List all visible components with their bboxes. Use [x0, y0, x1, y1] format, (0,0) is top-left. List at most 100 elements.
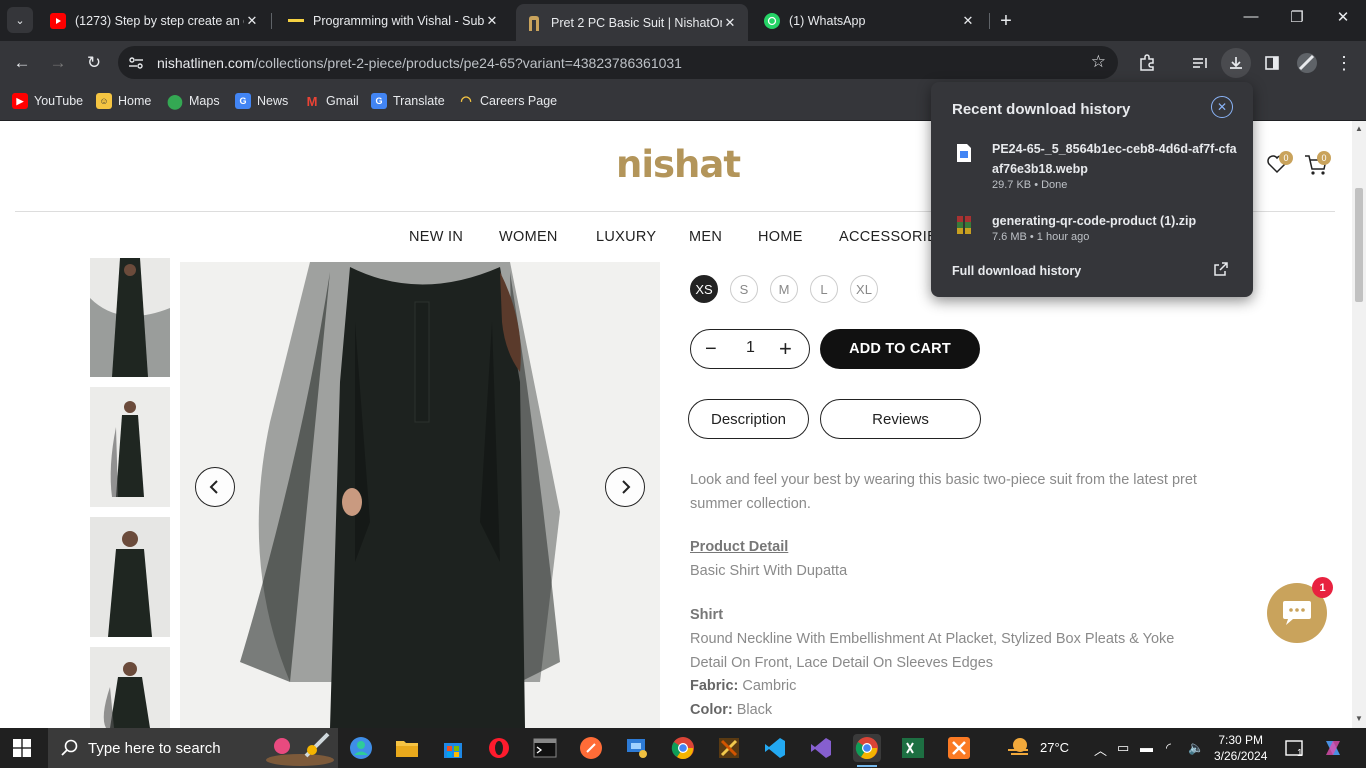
tab-programming-with-vishal[interactable]: Programming with Vishal - Sub ✕	[278, 6, 510, 35]
device-icon[interactable]: ▭	[1117, 740, 1129, 756]
product-thumbnail[interactable]	[90, 258, 170, 377]
reload-button[interactable]: ↻	[80, 49, 108, 77]
bookmark-youtube[interactable]: ▶ YouTube	[12, 93, 83, 109]
nav-home[interactable]: HOME	[758, 229, 803, 245]
size-option-s[interactable]: S	[730, 275, 758, 303]
minimize-button[interactable]: —	[1237, 8, 1265, 25]
close-tab-icon[interactable]: ✕	[722, 15, 738, 31]
taskbar-visual-studio-icon[interactable]	[807, 734, 835, 762]
side-panel-icon[interactable]	[1259, 50, 1285, 76]
product-thumbnail[interactable]	[90, 647, 170, 728]
taskbar-vscode-icon[interactable]	[761, 734, 789, 762]
color-row: Color: Black	[690, 698, 772, 722]
close-tab-icon[interactable]: ✕	[244, 13, 260, 29]
scroll-down-arrow-icon[interactable]: ▼	[1355, 714, 1363, 723]
volume-icon[interactable]: 🔈	[1188, 740, 1204, 756]
taskbar-excel-icon[interactable]	[899, 734, 927, 762]
scrollbar-thumb[interactable]	[1355, 188, 1363, 302]
tab-description[interactable]: Description	[688, 399, 809, 439]
size-option-l[interactable]: L	[810, 275, 838, 303]
tab-title: Pret 2 PC Basic Suit | NishatOnli	[551, 15, 722, 30]
bookmark-home[interactable]: ☺ Home	[96, 93, 151, 109]
chrome-menu-icon[interactable]: ⋮	[1331, 50, 1357, 76]
address-bar[interactable]: nishatlinen.com/collections/pret-2-piece…	[118, 46, 1118, 79]
downloads-icon[interactable]	[1221, 48, 1251, 78]
show-hidden-icons-chevron[interactable]: ︿	[1094, 740, 1107, 759]
full-download-history-link[interactable]: Full download history	[952, 264, 1081, 278]
download-filename[interactable]: generating-qr-code-product (1).zip	[992, 211, 1237, 231]
product-thumbnail[interactable]	[90, 517, 170, 637]
size-option-xs[interactable]: XS	[690, 275, 718, 303]
nav-luxury[interactable]: LUXURY	[596, 229, 656, 245]
taskbar-tool-icon[interactable]	[715, 734, 743, 762]
increase-quantity-button[interactable]: +	[779, 336, 792, 362]
nav-men[interactable]: MEN	[689, 229, 722, 245]
taskbar-store-icon[interactable]	[439, 734, 467, 762]
weather-icon[interactable]	[1006, 736, 1032, 761]
notification-count: 1	[1297, 748, 1303, 759]
taskbar-postman-icon[interactable]	[577, 734, 605, 762]
tab-youtube[interactable]: (1273) Step by step create an e ✕	[40, 6, 270, 35]
forward-button[interactable]: →	[44, 49, 72, 77]
decrease-quantity-button[interactable]: −	[705, 338, 717, 361]
close-tab-icon[interactable]: ✕	[960, 13, 976, 29]
wifi-icon[interactable]: ◜	[1166, 740, 1171, 756]
new-tab-button[interactable]: +	[993, 8, 1019, 34]
taskbar-terminal-icon[interactable]	[531, 734, 559, 762]
windows-start-icon[interactable]	[13, 739, 31, 757]
taskbar-xampp-icon[interactable]	[945, 734, 973, 762]
download-filename[interactable]: PE24-65-_5_8564b1ec-ceb8-4d6d-af7f-cfaaf…	[992, 139, 1237, 179]
download-item[interactable]: generating-qr-code-product (1).zip 7.6 M…	[952, 211, 1242, 247]
tab-search-button[interactable]: ⌄	[7, 7, 33, 33]
taskbar-control-panel-icon[interactable]	[623, 734, 651, 762]
next-image-button[interactable]	[605, 467, 645, 507]
download-item[interactable]: PE24-65-_5_8564b1ec-ceb8-4d6d-af7f-cfaaf…	[952, 139, 1242, 191]
temperature-text[interactable]: 27°C	[1040, 740, 1069, 755]
taskbar-opera-icon[interactable]	[485, 734, 513, 762]
back-button[interactable]: ←	[8, 49, 36, 77]
size-option-xl[interactable]: XL	[850, 275, 878, 303]
prev-image-button[interactable]	[195, 467, 235, 507]
size-option-m[interactable]: M	[770, 275, 798, 303]
maps-pin-icon: ⬤	[167, 92, 183, 109]
taskbar-search-box[interactable]: Type here to search	[48, 728, 338, 768]
download-meta: 7.6 MB • 1 hour ago	[992, 231, 1090, 243]
taskbar-clock[interactable]: 7:30 PM 3/26/2024	[1214, 732, 1267, 764]
battery-icon[interactable]: ▬	[1140, 740, 1153, 755]
bookmark-news[interactable]: G News	[235, 93, 288, 109]
restore-button[interactable]: ❐	[1283, 8, 1311, 26]
close-window-button[interactable]: ✕	[1329, 8, 1357, 26]
open-external-icon[interactable]	[1213, 261, 1229, 280]
copilot-icon[interactable]	[1322, 737, 1344, 762]
reading-list-icon[interactable]	[1187, 50, 1213, 76]
close-tab-icon[interactable]: ✕	[484, 13, 500, 29]
bookmark-translate[interactable]: G Translate	[371, 93, 445, 109]
taskbar-file-explorer-icon[interactable]	[393, 734, 421, 762]
nav-women[interactable]: WOMEN	[499, 229, 558, 245]
shirt-heading: Shirt	[690, 607, 724, 623]
page-scrollbar[interactable]: ▲ ▼	[1352, 121, 1366, 728]
nav-new-in[interactable]: NEW IN	[409, 229, 463, 245]
add-to-cart-button[interactable]: ADD TO CART	[820, 329, 980, 369]
nav-accessories[interactable]: ACCESSORIE	[839, 229, 937, 245]
close-download-popup-button[interactable]: ✕	[1211, 96, 1233, 118]
bookmark-careers-page[interactable]: ◠ Careers Page	[458, 93, 557, 109]
shirt-detail-line-2: Detail On Front, Lace Detail On Sleeves …	[690, 655, 994, 671]
tab-reviews[interactable]: Reviews	[820, 399, 981, 439]
taskbar-app-people-icon[interactable]	[347, 734, 375, 762]
tab-nishat-active[interactable]: Pret 2 PC Basic Suit | NishatOnli ✕	[516, 4, 748, 41]
site-info-icon[interactable]	[126, 53, 146, 73]
scroll-up-arrow-icon[interactable]: ▲	[1355, 124, 1363, 133]
bookmark-maps[interactable]: ⬤ Maps	[167, 92, 219, 109]
extensions-icon[interactable]	[1134, 50, 1160, 76]
bookmark-gmail[interactable]: M Gmail	[304, 93, 359, 109]
product-thumbnail[interactable]	[90, 387, 170, 507]
bookmark-star-icon[interactable]: ☆	[1091, 52, 1106, 72]
taskbar-chrome-active-icon[interactable]	[853, 734, 881, 767]
quantity-value[interactable]: 1	[746, 339, 755, 357]
color-value: Black	[736, 702, 773, 718]
profile-avatar[interactable]	[1294, 50, 1320, 76]
tab-whatsapp[interactable]: (1) WhatsApp ✕	[754, 6, 986, 35]
site-logo[interactable]: nishat	[616, 143, 741, 186]
taskbar-chrome-icon[interactable]	[669, 734, 697, 762]
